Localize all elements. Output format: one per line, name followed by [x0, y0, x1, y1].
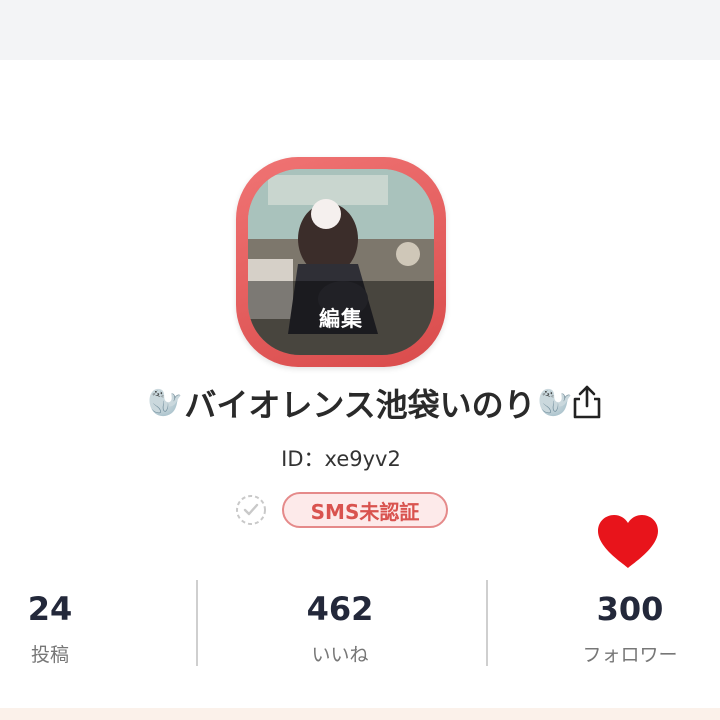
seal-emoji-suffix: 🦭 — [537, 386, 573, 419]
profile-name-row: 🦭 バイオレンス池袋いのり 🦭 — [0, 378, 720, 428]
seal-emoji-prefix: 🦭 — [147, 386, 183, 419]
check-circle-icon — [235, 494, 267, 526]
stat-followers-value: 300 — [596, 590, 664, 628]
heart-icon[interactable] — [596, 514, 660, 570]
user-id: ID：xe9yv2 — [281, 447, 401, 471]
stat-posts-label: 投稿 — [30, 644, 69, 666]
avatar-photo: 編集 — [248, 169, 434, 355]
stat-followers[interactable]: 300 フォロワー — [570, 590, 690, 667]
avatar[interactable]: 編集 — [236, 157, 446, 367]
share-icon[interactable] — [570, 384, 604, 420]
divider — [196, 580, 198, 666]
bottom-strip — [0, 708, 720, 720]
display-name: バイオレンス池袋いのり — [184, 386, 536, 424]
divider — [486, 580, 488, 666]
sms-status-badge[interactable]: SMS未認証 — [282, 492, 448, 528]
stat-likes-label: いいね — [311, 644, 369, 666]
edit-overlay[interactable]: 編集 — [248, 281, 434, 355]
stat-posts-value: 24 — [27, 590, 73, 628]
stat-likes[interactable]: 462 いいね — [280, 590, 400, 667]
stat-followers-label: フォロワー — [582, 644, 678, 666]
stat-posts[interactable]: 24 投稿 — [0, 590, 100, 667]
top-bar — [0, 0, 720, 60]
stat-likes-value: 462 — [306, 590, 374, 628]
edit-label: 編集 — [319, 307, 363, 331]
